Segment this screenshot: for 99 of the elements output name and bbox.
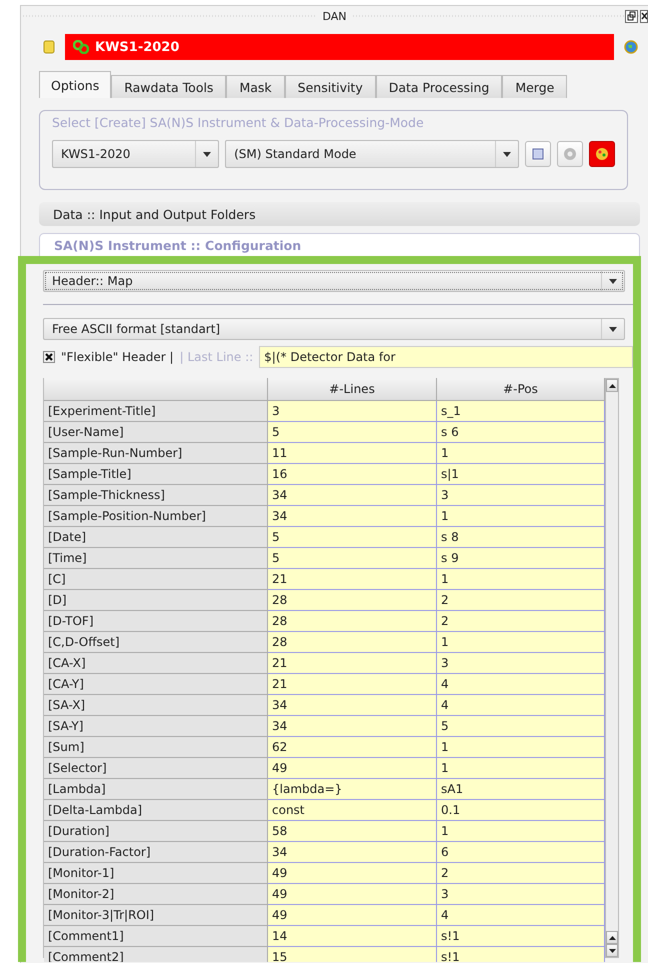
row-header: [Selector] <box>44 758 268 779</box>
row-header: [Delta-Lambda] <box>44 800 268 821</box>
table-cell[interactable]: 1 <box>437 443 605 464</box>
table-cell[interactable]: 2 <box>437 590 605 611</box>
table-cell[interactable]: {lambda=} <box>268 779 437 800</box>
row-header: [C,D-Offset] <box>44 632 268 653</box>
row-header: [Sum] <box>44 737 268 758</box>
row-header: [D-TOF] <box>44 611 268 632</box>
table-cell[interactable]: 3 <box>268 401 437 422</box>
instrument-banner: KWS1-2020 <box>65 34 614 60</box>
row-header: [Lambda] <box>44 779 268 800</box>
row-header: [User-Name] <box>44 422 268 443</box>
table-cell[interactable]: 1 <box>437 737 605 758</box>
table-cell[interactable]: 6 <box>437 842 605 863</box>
table-cell[interactable]: 3 <box>437 884 605 905</box>
table-cell[interactable]: 1 <box>437 569 605 590</box>
table-cell[interactable]: 49 <box>268 905 437 926</box>
table-cell[interactable]: 4 <box>437 674 605 695</box>
table-cell[interactable]: 1 <box>437 821 605 842</box>
row-header: [CA-X] <box>44 653 268 674</box>
row-header: [Duration] <box>44 821 268 842</box>
table-cell[interactable]: 5 <box>268 527 437 548</box>
column-header[interactable]: #-Pos <box>437 378 605 401</box>
table-cell[interactable]: 1 <box>437 632 605 653</box>
mode-dropdown[interactable]: (SM) Standard Mode <box>225 140 520 168</box>
row-header: [Comment1] <box>44 926 268 947</box>
table-cell[interactable]: 1 <box>437 758 605 779</box>
table-cell[interactable]: 3 <box>437 485 605 506</box>
table-cell[interactable]: 34 <box>268 485 437 506</box>
table-cell[interactable]: s 6 <box>437 422 605 443</box>
row-header: [Sample-Position-Number] <box>44 506 268 527</box>
row-header: [Sample-Title] <box>44 464 268 485</box>
table-cell[interactable]: 21 <box>268 653 437 674</box>
table-cell[interactable]: 58 <box>268 821 437 842</box>
column-header[interactable]: #-Lines <box>268 378 437 401</box>
row-header: [Date] <box>44 527 268 548</box>
row-header: [Sample-Run-Number] <box>44 443 268 464</box>
table-cell[interactable]: 21 <box>268 569 437 590</box>
table-cell[interactable]: 49 <box>268 758 437 779</box>
table-cell[interactable]: 1 <box>437 506 605 527</box>
table-cell[interactable]: 0.1 <box>437 800 605 821</box>
table-cell[interactable]: 49 <box>268 884 437 905</box>
tab[interactable]: Mask <box>226 75 285 98</box>
table-cell[interactable]: s 9 <box>437 548 605 569</box>
table-cell[interactable]: 34 <box>268 716 437 737</box>
table-cell[interactable]: s|1 <box>437 464 605 485</box>
row-header: [CA-Y] <box>44 674 268 695</box>
last-line-field[interactable]: $|(* Detector Data for <box>259 346 633 368</box>
instrument-dropdown[interactable]: KWS1-2020 <box>52 140 220 168</box>
table-cell[interactable]: 34 <box>268 842 437 863</box>
table-cell[interactable]: s 8 <box>437 527 605 548</box>
tab[interactable]: Sensitivity <box>284 75 376 98</box>
row-header: [Monitor-3|Tr|ROI] <box>44 905 268 926</box>
field-label: | Last Line :: <box>180 350 254 364</box>
table-cell[interactable]: sA1 <box>437 779 605 800</box>
table-cell[interactable]: 16 <box>268 464 437 485</box>
table-cell[interactable]: 3 <box>437 653 605 674</box>
row-header: [Monitor-2] <box>44 884 268 905</box>
table-cell[interactable]: 21 <box>268 674 437 695</box>
row-header: [Monitor-1] <box>44 863 268 884</box>
table-cell[interactable]: 4 <box>437 905 605 926</box>
tab[interactable]: Options <box>39 71 112 98</box>
table-cell[interactable]: 49 <box>268 863 437 884</box>
table-cell[interactable]: 2 <box>437 611 605 632</box>
row-header: [Experiment-Title] <box>44 401 268 422</box>
table-cell[interactable]: const <box>268 800 437 821</box>
tab[interactable]: Data Processing <box>376 75 502 98</box>
row-header: [SA-X] <box>44 695 268 716</box>
row-header: [Duration-Factor] <box>44 842 268 863</box>
table-cell[interactable]: s_1 <box>437 401 605 422</box>
table-cell[interactable]: 28 <box>268 611 437 632</box>
table-cell[interactable]: 34 <box>268 695 437 716</box>
group-title: Select [Create] SA(N)S Instrument & Data-Processing-Mode <box>52 115 425 130</box>
table-cell[interactable]: 14 <box>268 926 437 947</box>
table-cell[interactable]: 28 <box>268 632 437 653</box>
row-header: [Sample-Thickness] <box>44 485 268 506</box>
row-header: [D] <box>44 590 268 611</box>
table-cell[interactable]: 28 <box>268 590 437 611</box>
table-cell[interactable]: s!1 <box>437 926 605 947</box>
tab[interactable]: Merge <box>502 75 568 98</box>
row-header: [Time] <box>44 548 268 569</box>
table-cell[interactable]: 11 <box>268 443 437 464</box>
row-header: [C] <box>44 569 268 590</box>
table-cell[interactable]: 4 <box>437 695 605 716</box>
table-cell[interactable]: 5 <box>437 716 605 737</box>
table-cell[interactable]: s!1 <box>437 947 605 962</box>
table-cell[interactable]: 5 <box>268 422 437 443</box>
table-cell[interactable]: 62 <box>268 737 437 758</box>
table-cell[interactable]: 5 <box>268 548 437 569</box>
checkbox-label: "Flexible" Header | <box>61 350 174 364</box>
section-header[interactable]: Data :: Input and Output Folders <box>39 202 640 226</box>
window-title: DAN <box>316 10 353 22</box>
table-cell[interactable]: 15 <box>268 947 437 962</box>
header-dropdown[interactable]: Header:: Map <box>43 270 625 292</box>
table-cell[interactable]: 34 <box>268 506 437 527</box>
tab[interactable]: Rawdata Tools <box>111 75 226 98</box>
table-cell[interactable]: 2 <box>437 863 605 884</box>
row-header: [SA-Y] <box>44 716 268 737</box>
format-dropdown[interactable]: Free ASCII format [standart] <box>43 318 625 340</box>
